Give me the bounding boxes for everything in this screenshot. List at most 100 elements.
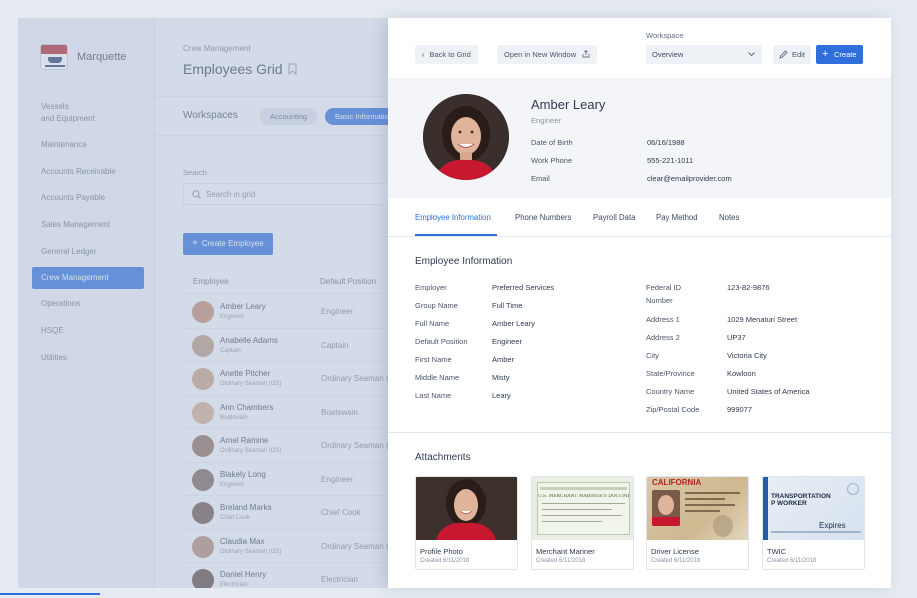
plus-icon: + <box>192 238 198 249</box>
table-row[interactable]: Claudia Max Ordinary Seaman (OS) Ordinary … <box>183 530 413 563</box>
table-row[interactable]: Blakely Long Engineer Engineer <box>183 463 413 496</box>
tab-payroll-data[interactable]: Payroll Data <box>593 213 635 222</box>
logo[interactable]: Marquette <box>40 44 127 70</box>
avatar <box>192 435 214 457</box>
bookmark-icon[interactable] <box>288 63 297 75</box>
sidebar-item-general-ledger[interactable]: General Ledger <box>32 239 144 266</box>
profile-photo <box>423 94 509 180</box>
attachment-thumbnail <box>416 477 517 540</box>
workspaces-label: Workspaces <box>183 110 238 121</box>
employee-information-title: Employee Information <box>415 256 513 267</box>
profile-field-value: 06/16/1988 <box>647 138 685 147</box>
create-button[interactable]: + Create <box>816 45 863 64</box>
workspace-select-value: Overview <box>652 50 684 59</box>
info-field-value: Full Time <box>492 301 523 310</box>
open-new-window-button[interactable]: Open in New Window <box>497 45 598 64</box>
attachment-date: Created 6/11/2018 <box>767 558 817 564</box>
sidebar-item-sales-management[interactable]: Sales Management <box>32 212 144 239</box>
info-field-value: United States of America <box>727 387 810 396</box>
attachment-profile-photo[interactable]: Profile Photo Created 6/11/2018 <box>415 476 518 570</box>
tab-employee-information[interactable]: Employee Information <box>415 213 491 222</box>
table-row[interactable]: Anabelle Adams Captain Captain <box>183 329 413 362</box>
info-field-label: Last Name <box>415 391 452 400</box>
table-row[interactable]: Arnel Ramine Ordinary Seaman (OS) Ordinary… <box>183 429 413 463</box>
tab-pay-method[interactable]: Pay Method <box>656 213 698 222</box>
info-field-value: 999077 <box>727 405 753 414</box>
employee-position: Engineer <box>321 307 354 316</box>
attachment-name: Profile Photo <box>420 547 463 556</box>
document-footer-text: Expires <box>819 521 846 530</box>
table-row[interactable]: Ann Chambers Boatswain Boatswain <box>183 396 413 429</box>
plus-icon: + <box>822 48 829 60</box>
info-field-value: 1029 Menaturi Street <box>727 315 798 324</box>
info-field-label: Middle Name <box>415 373 460 382</box>
info-field-label: Address 1 <box>646 315 680 324</box>
employee-role: Chief Cook <box>220 515 250 521</box>
employee-name: Ann Chambers <box>220 402 274 412</box>
edit-button[interactable]: Edit <box>773 45 811 64</box>
avatar <box>192 535 214 558</box>
workspace-select[interactable]: Overview <box>646 45 762 64</box>
profile-field-value: 555-221-1011 <box>647 156 694 165</box>
table-row[interactable]: Anette Pitcher Ordinary Seaman (OS) Ordina… <box>183 362 413 396</box>
tab-notes[interactable]: Notes <box>719 213 739 222</box>
chevron-down-icon <box>748 52 755 57</box>
info-field-value: Amber Leary <box>492 319 535 328</box>
table-row[interactable]: Amber Leary Engineer Engineer <box>183 295 413 329</box>
sidebar-item-vessels-and-equipment[interactable]: Vessels and Equipment <box>32 98 144 132</box>
info-field-value: Amber <box>492 355 515 364</box>
panel-toolbar: ‹ Back to Grid Open in New Window Workspa… <box>388 18 891 78</box>
attachments-title: Attachments <box>415 452 471 463</box>
search-icon <box>192 190 201 199</box>
info-field-label: Group Name <box>415 301 458 310</box>
employee-detail-panel: ‹ Back to Grid Open in New Window Workspa… <box>388 18 891 588</box>
logo-badge-icon <box>40 44 68 70</box>
info-field-label: First Name <box>415 355 452 364</box>
profile-name: Amber Leary <box>531 97 606 112</box>
attachment-thumbnail: CALIFORNIA <box>647 477 748 540</box>
create-employee-button[interactable]: + Create Employee <box>183 233 273 255</box>
create-label: Create <box>834 50 857 59</box>
attachment-merchant-mariner[interactable]: U.S. MERCHANT MARINER'S DOCUMENT Merchan… <box>531 476 634 570</box>
sidebar-item-crew-management[interactable]: Crew Management <box>32 267 144 290</box>
attachment-twic[interactable]: TRANSPORTATION P WORKER Expires TWIC Cre… <box>762 476 865 570</box>
breadcrumb[interactable]: Crew Management <box>183 44 251 53</box>
sidebar-item-maintenance[interactable]: Maintenance <box>32 132 144 159</box>
column-employee[interactable]: Employee <box>193 277 229 286</box>
employee-role: Ordinary Seaman (OS) <box>220 548 282 555</box>
sidebar-item-accounts-payable[interactable]: Accounts Payable <box>32 185 144 212</box>
tab-phone-numbers[interactable]: Phone Numbers <box>515 213 571 222</box>
info-field-label: City <box>646 351 659 360</box>
employee-name: Blakely Long <box>220 469 266 479</box>
avatar <box>192 334 214 357</box>
employee-role: Boatswain <box>220 414 248 421</box>
employee-position: Boatswain <box>321 407 358 417</box>
chevron-left-icon: ‹ <box>422 50 425 59</box>
info-field-label: Address 2 <box>646 333 680 342</box>
table-row[interactable]: Breland Marks Chief Cook Chief Cook <box>183 496 413 530</box>
sidebar-nav: Vessels and Equipment Maintenance Accounts… <box>32 98 144 372</box>
column-default-position[interactable]: Default Position <box>320 277 376 286</box>
attachment-driver-license[interactable]: CALIFORNIA Driver License Created 6/11/2… <box>646 476 749 570</box>
scrollbar-indicator <box>0 593 100 595</box>
info-field-value: 123-82-9876 <box>727 283 770 292</box>
workspace-caption: Workspace <box>646 31 684 40</box>
employee-role: Engineer <box>220 314 245 320</box>
employee-name: Arnel Ramine <box>220 436 269 445</box>
info-field-label: Federal ID Number <box>646 283 682 305</box>
sidebar-item-accounts-receivable[interactable]: Accounts Receivable <box>32 159 144 186</box>
search-input[interactable]: Search in grid <box>183 183 403 205</box>
sidebar-item-operations[interactable]: Operations <box>32 291 144 318</box>
sidebar-item-utilities[interactable]: Utilities <box>32 345 144 372</box>
attachment-name: TWIC <box>767 547 787 556</box>
detail-tabs: Employee Information Phone Numbers Payro… <box>388 198 891 237</box>
attachment-thumbnail: U.S. MERCHANT MARINER'S DOCUMENT <box>532 477 633 540</box>
workspace-pill-accounting[interactable]: Accounting <box>260 108 318 125</box>
info-field-label: Country Name <box>646 387 695 396</box>
info-field-value: Misty <box>492 373 510 382</box>
sidebar-item-hsqe[interactable]: HSQE <box>32 318 144 345</box>
avatar <box>192 569 214 588</box>
employee-name: Daniel Henry <box>220 570 267 579</box>
back-to-grid-button[interactable]: ‹ Back to Grid <box>415 45 478 64</box>
table-row[interactable]: Daniel Henry Electrician Electrician <box>183 563 413 588</box>
